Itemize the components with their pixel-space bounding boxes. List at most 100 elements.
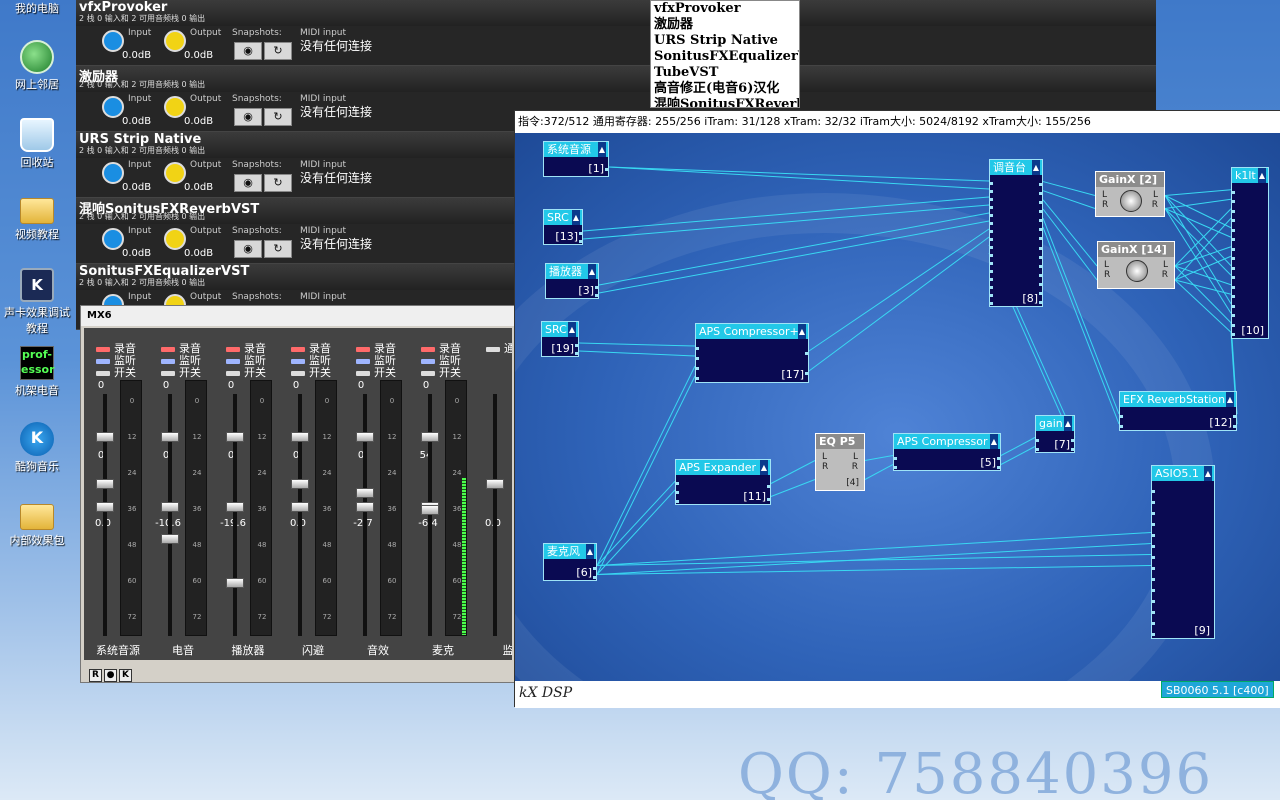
input-port[interactable] xyxy=(1231,238,1235,242)
power-toggle[interactable]: 开关 xyxy=(226,364,274,379)
volume-fader-handle[interactable] xyxy=(356,488,374,498)
output-port[interactable] xyxy=(1039,237,1043,241)
input-port[interactable] xyxy=(1035,438,1039,442)
input-port[interactable] xyxy=(1231,333,1235,337)
output-port[interactable] xyxy=(767,484,771,488)
output-port[interactable] xyxy=(605,168,609,171)
output-port[interactable] xyxy=(1071,447,1075,451)
desktop-icon-recycle-bin[interactable]: 回收站 xyxy=(0,118,74,170)
record-toggle[interactable]: 录音 xyxy=(291,340,339,355)
output-port[interactable] xyxy=(1039,219,1043,223)
input-port[interactable] xyxy=(1151,632,1155,636)
output-port[interactable] xyxy=(595,286,599,289)
input-knob[interactable] xyxy=(102,162,124,184)
monitor-toggle[interactable]: 监听 xyxy=(226,352,274,367)
plugin-list-item[interactable]: TubeVST xyxy=(651,65,799,81)
input-port[interactable] xyxy=(695,367,699,370)
volume-fader-handle[interactable] xyxy=(291,479,309,489)
record-toggle[interactable]: 录音 xyxy=(356,340,404,355)
trim-fader-handle[interactable] xyxy=(421,432,439,442)
output-port[interactable] xyxy=(1039,200,1043,204)
input-port[interactable] xyxy=(695,357,699,360)
input-port[interactable] xyxy=(675,491,679,494)
input-port[interactable] xyxy=(1151,533,1155,537)
input-port[interactable] xyxy=(1151,555,1155,559)
dsp-routing-canvas[interactable]: 系统音源 [1] SRC [13] 播放器 [3] SRC [19] 麦克风 [6] APS Com… xyxy=(515,133,1280,681)
monitor-toggle[interactable]: 监听 xyxy=(161,352,209,367)
input-port[interactable] xyxy=(1231,314,1235,318)
input-port[interactable] xyxy=(989,270,993,273)
desktop-icon-video-tutorial[interactable]: 视频教程 xyxy=(0,192,74,242)
mixer-footer-button[interactable]: K xyxy=(119,669,132,682)
input-port[interactable] xyxy=(1151,610,1155,614)
block-gainx-14[interactable]: GainX [14] L R L R xyxy=(1097,241,1175,289)
snapshot-camera-button[interactable]: ◉ xyxy=(234,42,262,60)
input-port[interactable] xyxy=(989,230,993,233)
trim-fader-handle[interactable] xyxy=(356,432,374,442)
input-port[interactable] xyxy=(989,182,993,185)
output-port[interactable] xyxy=(1039,228,1043,232)
input-port[interactable] xyxy=(1119,425,1123,428)
gain-knob[interactable] xyxy=(1126,260,1148,282)
block-gain[interactable]: gain [7] xyxy=(1035,415,1075,453)
input-port[interactable] xyxy=(1231,276,1235,280)
block-src-13[interactable]: SRC [13] xyxy=(543,209,583,245)
input-port[interactable] xyxy=(1231,304,1235,308)
output-port[interactable] xyxy=(1233,425,1237,428)
gain-knob[interactable] xyxy=(1120,190,1142,212)
record-toggle[interactable]: 录音 xyxy=(226,340,274,355)
record-toggle[interactable]: 通 xyxy=(486,340,512,355)
block-k1lt[interactable]: k1lt [10] xyxy=(1231,167,1269,339)
monitor-toggle[interactable]: 监听 xyxy=(291,352,339,367)
input-port[interactable] xyxy=(1151,511,1155,515)
output-port[interactable] xyxy=(1039,182,1043,186)
plugin-list-item[interactable]: 混响SonitusFXReverb xyxy=(651,97,799,107)
monitor-toggle[interactable]: 监听 xyxy=(356,352,404,367)
input-port[interactable] xyxy=(1231,228,1235,232)
plugin-dropdown-list[interactable]: vfxProvoker 激励器 URS Strip Native SonitusFXE… xyxy=(650,0,800,108)
input-port[interactable] xyxy=(1151,588,1155,592)
rack-plugin-row[interactable]: vfxProvoker 2 栈 0 输入和 2 可用音频栈 0 输出 Input 0.… xyxy=(76,0,1156,66)
output-port[interactable] xyxy=(1039,283,1043,287)
power-toggle[interactable]: 开关 xyxy=(161,364,209,379)
block-efx-reverbstation[interactable]: EFX ReverbStation [12] xyxy=(1119,391,1237,431)
input-port[interactable] xyxy=(675,482,679,486)
trim-fader-handle[interactable] xyxy=(226,432,244,442)
snapshot-camera-button[interactable]: ◉ xyxy=(234,174,262,192)
record-toggle[interactable]: 录音 xyxy=(161,340,209,355)
input-port[interactable] xyxy=(1151,577,1155,581)
input-port[interactable] xyxy=(1231,295,1235,299)
output-port[interactable] xyxy=(593,566,597,570)
plugin-list-item[interactable]: URS Strip Native xyxy=(651,33,799,49)
plugin-list-item[interactable]: 高音修正(电音6)汉化 xyxy=(651,81,799,97)
input-port[interactable] xyxy=(989,278,993,281)
block-microphone[interactable]: 麦克风 [6] xyxy=(543,543,597,581)
desktop-icon-rack-edm[interactable]: prof-essor 机架电音 xyxy=(0,346,74,398)
input-port[interactable] xyxy=(1231,200,1235,204)
volume-fader-handle[interactable] xyxy=(486,479,504,489)
input-port[interactable] xyxy=(695,347,699,350)
input-port[interactable] xyxy=(1231,247,1235,251)
volume-fader-handle[interactable] xyxy=(421,505,439,515)
input-port[interactable] xyxy=(989,238,993,241)
block-aps-compressor-plus[interactable]: APS Compressor+ [17] xyxy=(695,323,809,383)
power-toggle[interactable]: 开关 xyxy=(421,364,469,379)
block-player[interactable]: 播放器 [3] xyxy=(545,263,599,299)
block-src-19[interactable]: SRC [19] xyxy=(541,321,579,357)
snapshot-reset-button[interactable]: ↻ xyxy=(264,240,292,258)
input-port[interactable] xyxy=(1231,219,1235,223)
input-port[interactable] xyxy=(1151,522,1155,526)
output-knob[interactable] xyxy=(164,228,186,250)
input-port[interactable] xyxy=(1231,285,1235,289)
trim-fader-handle[interactable] xyxy=(291,432,309,442)
desktop-icon-my-computer[interactable]: 我的电脑 xyxy=(0,0,74,16)
input-port[interactable] xyxy=(989,262,993,265)
aux-fader-handle[interactable] xyxy=(96,502,114,512)
output-port[interactable] xyxy=(1039,191,1043,195)
snapshot-reset-button[interactable]: ↻ xyxy=(264,42,292,60)
block-mixer-console[interactable]: 调音台 [8] xyxy=(989,159,1043,307)
trim-fader-handle[interactable] xyxy=(96,432,114,442)
input-port[interactable] xyxy=(1231,190,1235,194)
record-toggle[interactable]: 录音 xyxy=(421,340,469,355)
trim-fader-handle[interactable] xyxy=(161,432,179,442)
